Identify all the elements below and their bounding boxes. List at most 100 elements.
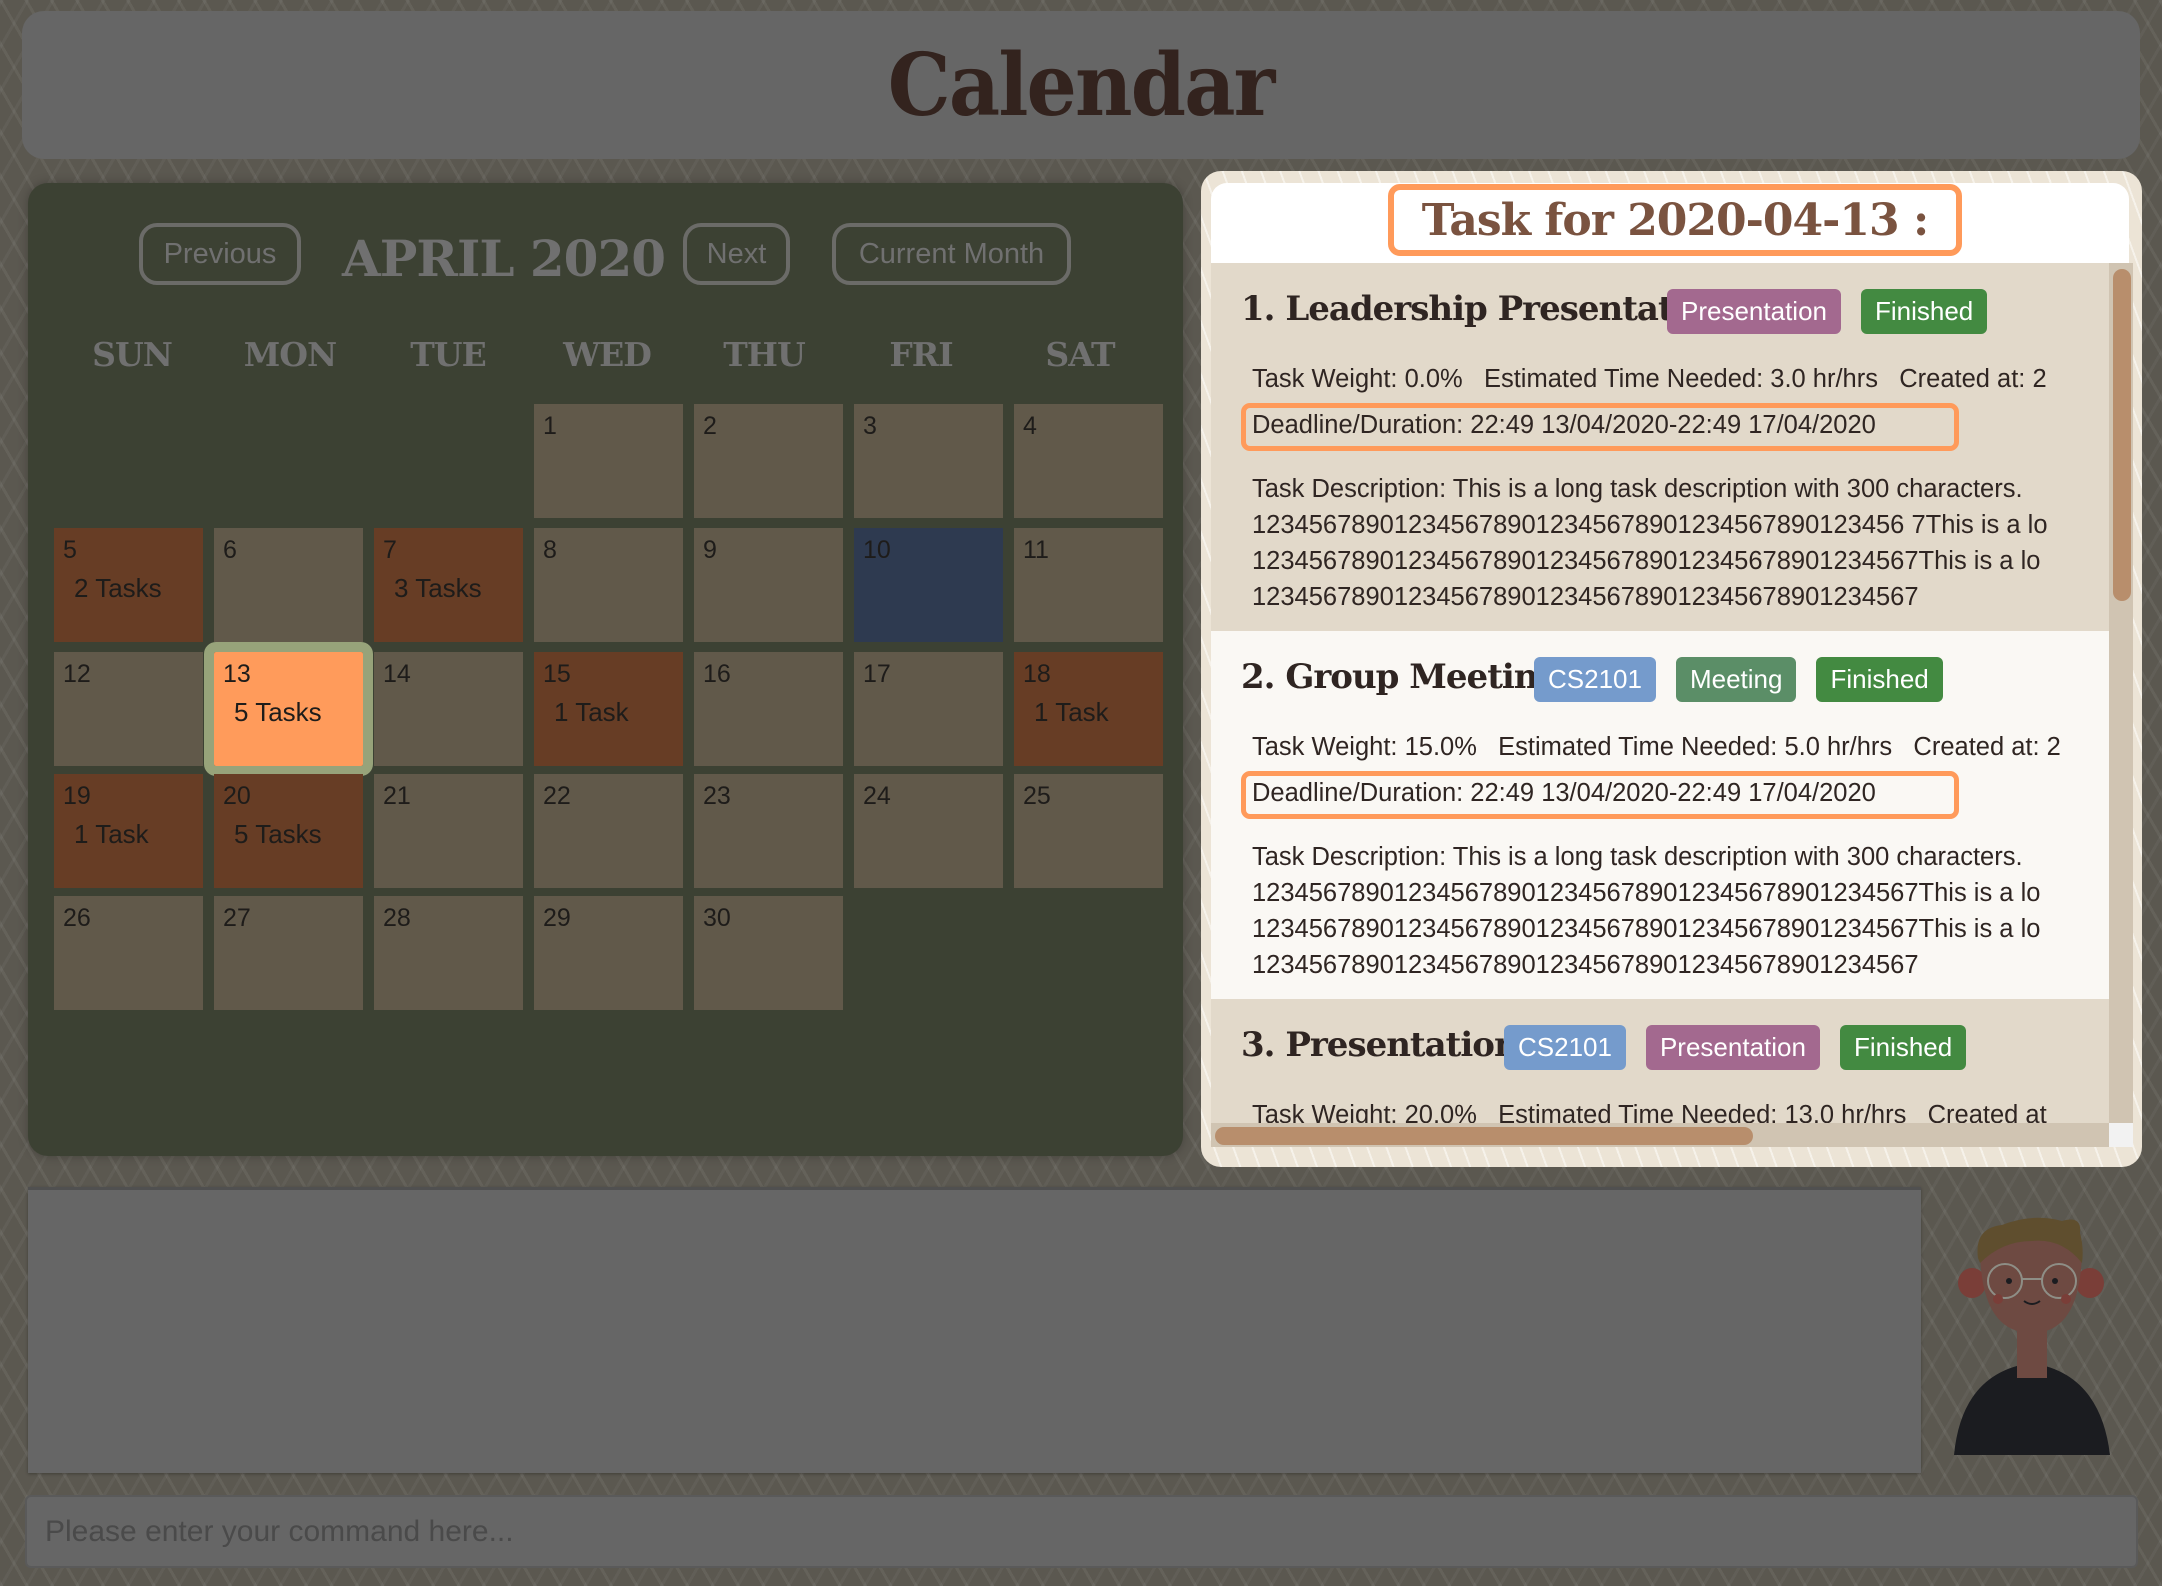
calendar-day-cell[interactable]: 13 5 Tasks: [204, 642, 373, 776]
task-count: 5 Tasks: [234, 697, 322, 727]
weekday-label: SUN: [92, 335, 173, 374]
calendar-day-cell[interactable]: 3: [854, 404, 1003, 518]
day-number: 14: [383, 660, 411, 688]
calendar-day-cell[interactable]: 2: [694, 404, 843, 518]
calendar-day-cell[interactable]: 5 2 Tasks: [54, 528, 203, 642]
day-number: 17: [863, 660, 891, 688]
task-count: 1 Task: [554, 697, 629, 727]
task-card[interactable]: 1. Leadership Presentation 1 Presentation…: [1211, 263, 2109, 631]
calendar-day-cell[interactable]: 6: [214, 528, 363, 642]
avatar-illustration-icon: [1954, 1217, 2110, 1455]
day-number: 20: [223, 782, 251, 810]
day-number: 2: [703, 412, 717, 440]
app-header: Calendar: [22, 11, 2140, 159]
day-number: 10: [863, 536, 891, 564]
day-number: 25: [1023, 782, 1051, 810]
day-number: 12: [63, 660, 91, 688]
calendar-day-cell[interactable]: 7 3 Tasks: [374, 528, 523, 642]
task-tag: CS2101: [1534, 657, 1656, 702]
day-number: 23: [703, 782, 731, 810]
day-number: 26: [63, 904, 91, 932]
calendar-day-cell[interactable]: 19 1 Task: [54, 774, 203, 888]
calendar-day-cell[interactable]: 10: [854, 528, 1003, 642]
day-number: 4: [1023, 412, 1037, 440]
day-number: 6: [223, 536, 237, 564]
calendar-day-cell[interactable]: 15 1 Task: [534, 652, 683, 766]
weekday-label: TUE: [410, 335, 487, 374]
calendar-day-cell[interactable]: 1: [534, 404, 683, 518]
day-number: 16: [703, 660, 731, 688]
day-number: 9: [703, 536, 717, 564]
day-number: 11: [1023, 536, 1049, 564]
day-number: 30: [703, 904, 731, 932]
day-number: 5: [63, 536, 77, 564]
calendar-day-cell[interactable]: 4: [1014, 404, 1163, 518]
calendar-day-cell[interactable]: 18 1 Task: [1014, 652, 1163, 766]
weekday-label: MON: [243, 335, 337, 374]
calendar-day-cell[interactable]: 12: [54, 652, 203, 766]
calendar-day-cell[interactable]: 20 5 Tasks: [214, 774, 363, 888]
task-date-title: Task for 2020-04-13 :: [1421, 194, 1929, 246]
calendar-day-cell[interactable]: 30: [694, 896, 843, 1010]
task-tags: Presentation Finished: [1667, 289, 1988, 334]
calendar-day-cell[interactable]: 29: [534, 896, 683, 1010]
day-number: 29: [543, 904, 571, 932]
day-number: 22: [543, 782, 571, 810]
task-tag: Presentation: [1645, 1025, 1820, 1070]
day-number: 21: [383, 782, 411, 810]
day-number: 28: [383, 904, 411, 932]
task-meta: Task Weight: 15.0% Estimated Time Needed…: [1252, 733, 2061, 761]
day-number: 1: [543, 412, 557, 440]
calendar-day-cell[interactable]: 27: [214, 896, 363, 1010]
day-number: 27: [223, 904, 251, 932]
calendar-day-cell[interactable]: 17: [854, 652, 1003, 766]
task-deadline: Deadline/Duration: 22:49 13/04/2020-22:4…: [1252, 779, 1876, 807]
task-tags: CS2101 Meeting Finished: [1534, 657, 1943, 702]
day-number: 7: [383, 536, 397, 564]
calendar-day-cell[interactable]: 22: [534, 774, 683, 888]
task-tags: CS2101 Presentation Finished: [1504, 1025, 1967, 1070]
result-display-box[interactable]: [28, 1187, 1921, 1473]
task-deadline-box: Deadline/Duration: 22:49 13/04/2020-22:4…: [1241, 403, 1959, 451]
task-list-panel: Task for 2020-04-13 : 1. Leadership Pres…: [1201, 171, 2142, 1167]
task-deadline: Deadline/Duration: 22:49 13/04/2020-22:4…: [1252, 411, 1876, 439]
task-card[interactable]: 3. Presentation 1 CS2101 Presentation Finis…: [1211, 999, 2109, 1123]
horizontal-scrollbar-thumb[interactable]: [1215, 1127, 1753, 1145]
task-list[interactable]: 1. Leadership Presentation 1 Presentation…: [1211, 263, 2109, 1123]
next-month-button[interactable]: Next: [683, 223, 790, 285]
command-input[interactable]: [25, 1495, 2138, 1568]
calendar-day-cell[interactable]: 14: [374, 652, 523, 766]
calendar-day-cell[interactable]: 26: [54, 896, 203, 1010]
task-card[interactable]: 2. Group Meeting 1 CS2101 Meeting Finished T…: [1211, 631, 2109, 999]
task-meta: Task Weight: 0.0% Estimated Time Needed:…: [1252, 365, 2047, 393]
task-tag: Finished: [1839, 1025, 1967, 1070]
previous-month-button[interactable]: Previous: [139, 223, 301, 285]
task-description: Task Description: This is a long task de…: [1252, 475, 2048, 611]
calendar-day-cell[interactable]: 8: [534, 528, 683, 642]
task-tag: Finished: [1816, 657, 1943, 702]
vertical-scrollbar-thumb[interactable]: [2113, 269, 2131, 601]
task-count: 3 Tasks: [394, 573, 482, 603]
month-title: APRIL 2020: [342, 229, 666, 288]
calendar-panel: Previous APRIL 2020 Next Current Month S…: [28, 183, 1183, 1156]
task-description: Task Description: This is a long task de…: [1252, 843, 2041, 979]
day-number: 18: [1023, 660, 1051, 688]
calendar-day-cell[interactable]: 24: [854, 774, 1003, 888]
calendar-day-cell[interactable]: 9: [694, 528, 843, 642]
app-title: Calendar: [888, 34, 1276, 136]
task-date-title-box: Task for 2020-04-13 :: [1388, 184, 1962, 256]
calendar-day-cell[interactable]: 11: [1014, 528, 1163, 642]
task-tag: Presentation: [1667, 289, 1841, 334]
calendar-day-cell[interactable]: 23: [694, 774, 843, 888]
calendar-day-cell[interactable]: 16: [694, 652, 843, 766]
current-month-button[interactable]: Current Month: [832, 223, 1071, 285]
calendar-day-cell[interactable]: 28: [374, 896, 523, 1010]
weekday-label: WED: [563, 335, 652, 374]
calendar-day-cell[interactable]: 25: [1014, 774, 1163, 888]
avatar: [1942, 1213, 2120, 1455]
task-tag: Meeting: [1675, 657, 1797, 702]
calendar-day-cell[interactable]: 21: [374, 774, 523, 888]
day-number: 8: [543, 536, 557, 564]
day-number: 15: [543, 660, 571, 688]
day-number: 13: [223, 660, 251, 688]
